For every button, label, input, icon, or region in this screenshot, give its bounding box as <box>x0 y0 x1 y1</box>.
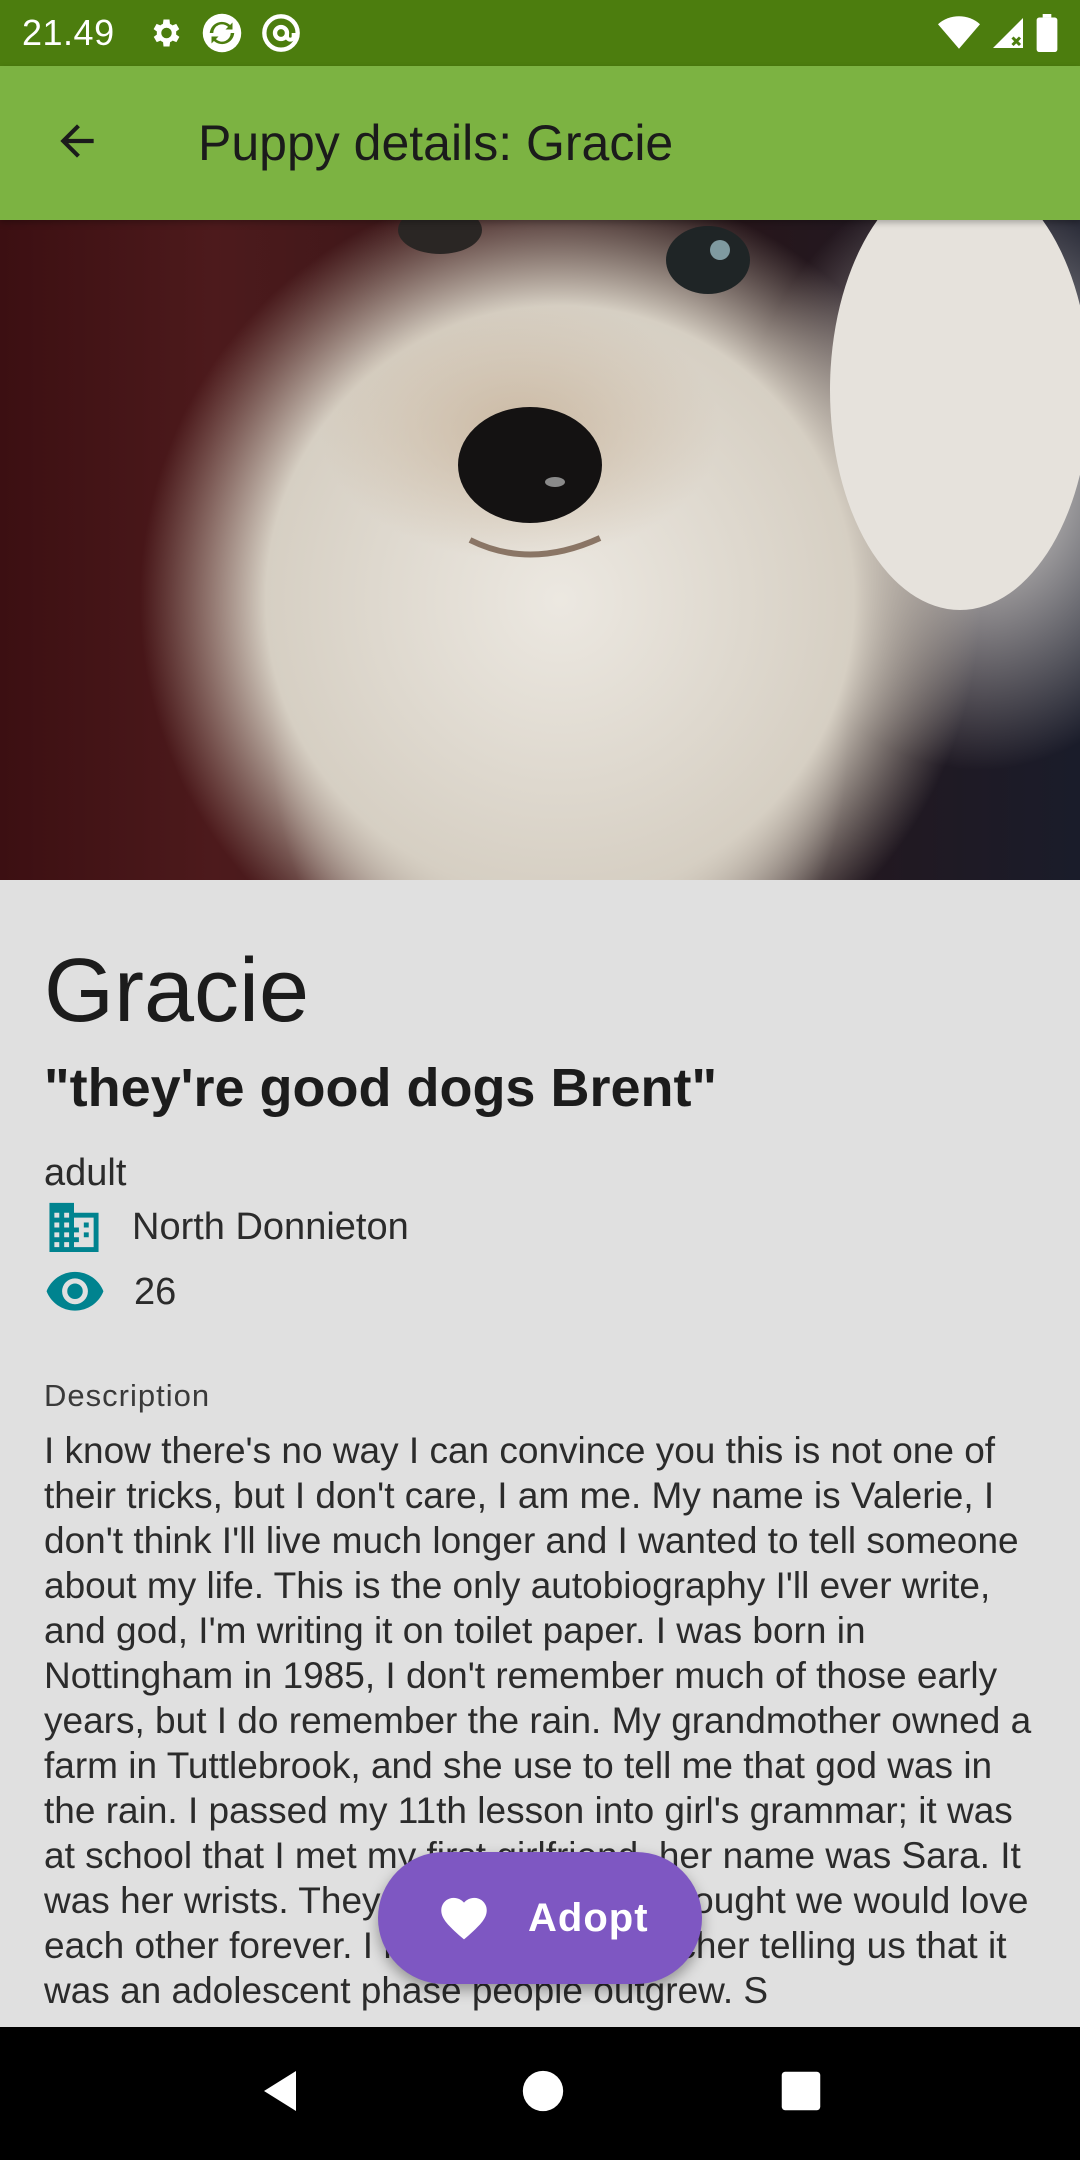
gear-icon <box>147 15 183 51</box>
puppy-tagline: "they're good dogs Brent" <box>44 1058 718 1118</box>
location-row: North Donnieton <box>44 1198 409 1257</box>
puppy-photo <box>0 220 1080 880</box>
puppy-photo-illustration <box>140 220 1080 880</box>
status-icons-right <box>938 14 1058 52</box>
status-icons-left <box>147 12 301 54</box>
app-bar: Puppy details: Gracie <box>0 66 1080 220</box>
battery-icon <box>1036 14 1058 52</box>
status-time: 21.49 <box>22 12 115 53</box>
status-bar: 21.49 <box>0 0 1080 66</box>
adopt-button[interactable]: Adopt <box>378 1852 702 1984</box>
at-icon <box>261 13 301 53</box>
back-button[interactable] <box>0 66 154 220</box>
cellular-icon <box>990 15 1026 51</box>
back-triangle-icon[interactable] <box>258 2067 306 2120</box>
views-row: 26 <box>44 1268 176 1317</box>
views-count: 26 <box>134 1271 177 1313</box>
recents-square-icon[interactable] <box>780 2070 822 2117</box>
location-text: North Donnieton <box>132 1206 409 1248</box>
arrow-back-icon <box>52 116 102 171</box>
puppy-name: Gracie <box>44 941 310 1041</box>
page-title: Puppy details: Gracie <box>198 115 674 171</box>
description-label: Description <box>44 1378 211 1413</box>
system-nav-bar <box>0 2027 1080 2160</box>
building-icon <box>44 1198 104 1257</box>
eye-icon <box>44 1268 106 1317</box>
heart-icon <box>436 1891 492 1946</box>
wifi-icon <box>938 15 980 51</box>
adopt-label: Adopt <box>528 1895 649 1940</box>
sync-icon <box>201 12 243 54</box>
home-circle-icon[interactable] <box>521 2069 565 2118</box>
puppy-age: adult <box>44 1152 127 1194</box>
